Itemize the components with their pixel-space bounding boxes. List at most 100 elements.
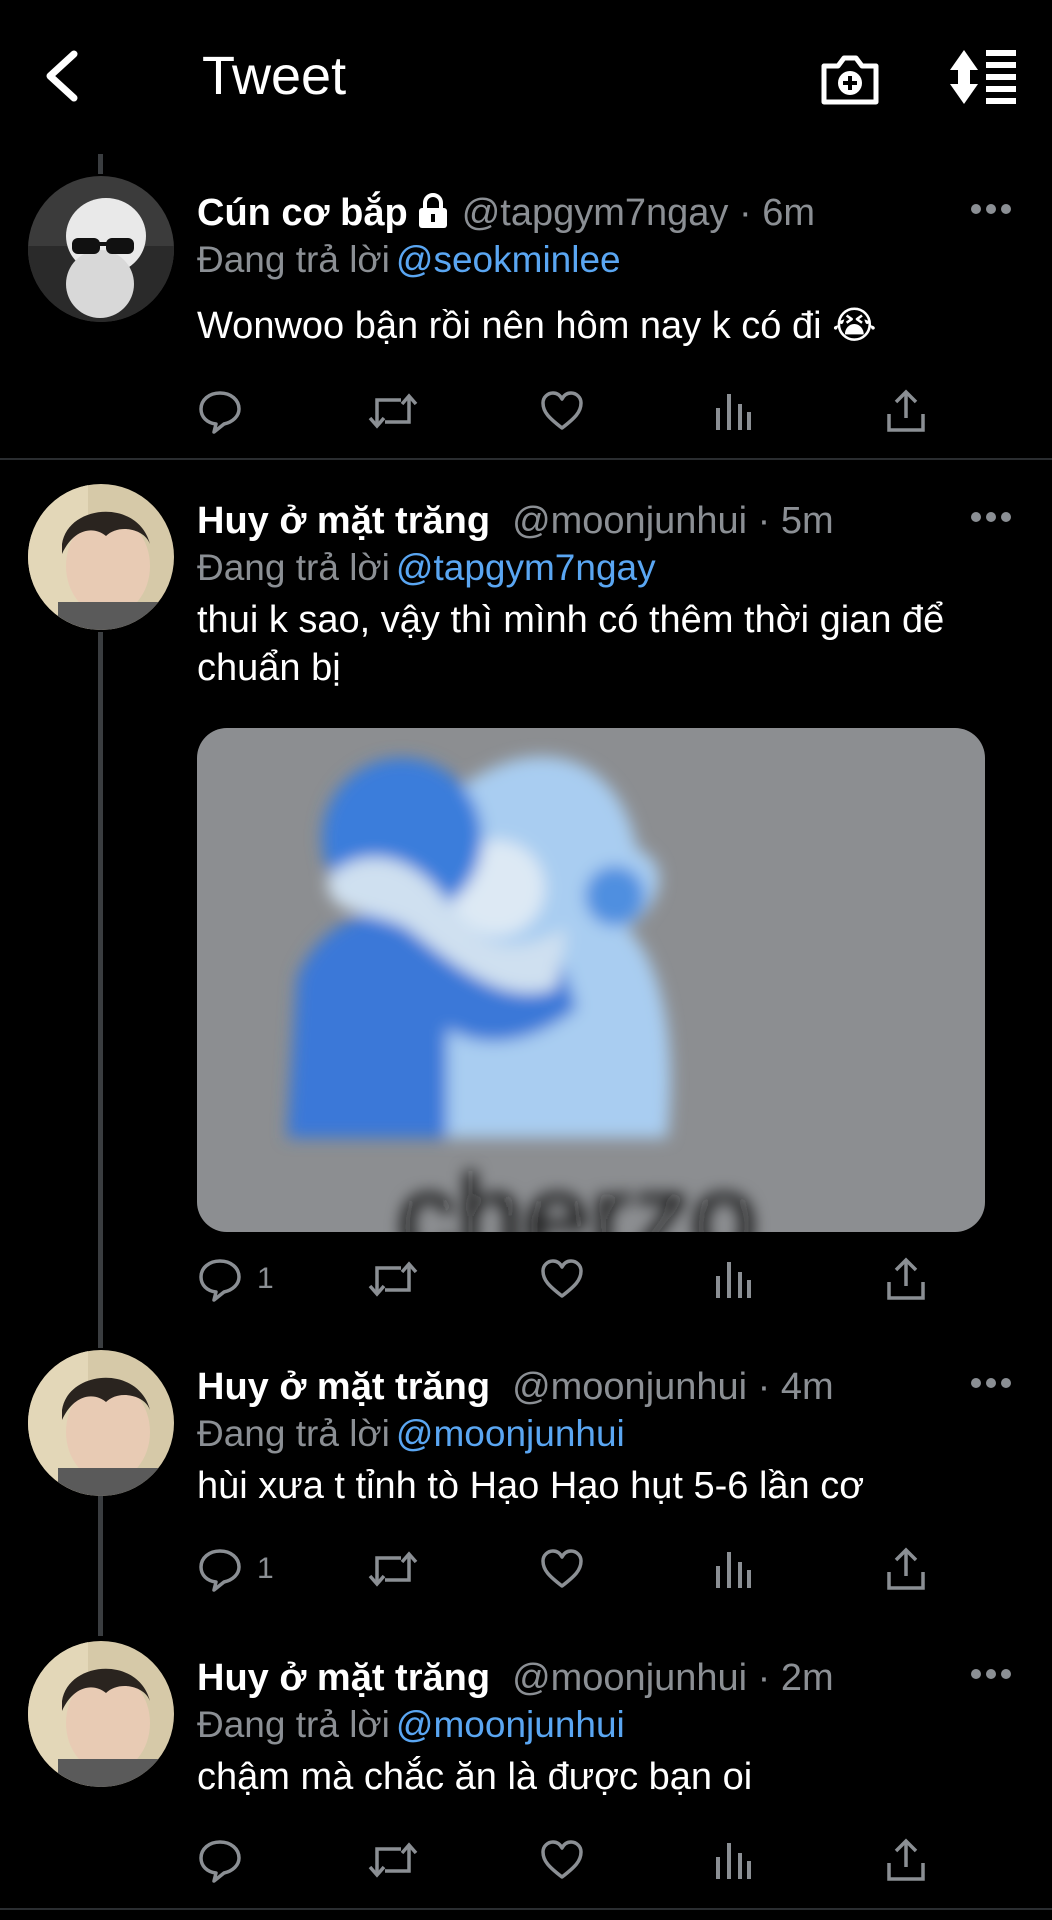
display-name[interactable]: Cún cơ bắp <box>197 192 408 234</box>
reply-button[interactable] <box>197 1835 257 1885</box>
author-line: Huy ở mặt trăng @moonjunhui · 5m <box>197 498 834 544</box>
share-button[interactable] <box>885 1254 927 1304</box>
tweet-text: Wonwoo bận rồi nên hôm nay k có đi 😭 <box>197 305 877 347</box>
reply-label: Đang trả lời <box>197 1704 390 1745</box>
bar-chart-icon <box>716 394 751 430</box>
author-line: Huy ở mặt trăng @moonjunhui · 2m <box>197 1655 834 1701</box>
like-button[interactable] <box>539 386 585 436</box>
more-options-button[interactable] <box>970 1376 1012 1390</box>
like-button[interactable] <box>539 1254 585 1304</box>
heart-icon <box>541 391 583 430</box>
handle-timestamp: @moonjunhui · 5m <box>512 500 834 542</box>
views-button[interactable] <box>713 386 753 436</box>
retweet-icon <box>368 1261 418 1297</box>
reply-context: Đang trả lời @seokminlee <box>197 238 621 282</box>
share-button[interactable] <box>885 386 927 436</box>
media-caption-text: cherzo <box>397 1150 757 1232</box>
views-button[interactable] <box>713 1254 753 1304</box>
more-options-button[interactable] <box>970 202 1012 216</box>
more-dots-icon <box>971 1378 1011 1388</box>
like-button[interactable] <box>539 1544 585 1594</box>
views-button[interactable] <box>713 1835 753 1885</box>
tweet-1[interactable]: Cún cơ bắp @tapgym7ngay · 6m Đang trả lời… <box>0 176 1052 458</box>
tweet-actions: 1 <box>197 1544 957 1594</box>
mention-link[interactable]: @moonjunhui <box>396 1704 625 1745</box>
mention-link[interactable]: @seokminlee <box>396 239 621 280</box>
tweet-actions <box>197 386 957 436</box>
reply-count: 1 <box>257 1552 274 1585</box>
tweet-actions <box>197 1835 957 1885</box>
tweet-media-image[interactable]: cherzo <box>197 728 985 1232</box>
reply-label: Đang trả lời <box>197 1413 390 1454</box>
tweet-text: chậm mà chắc ăn là được bạn oi <box>197 1756 753 1798</box>
share-button[interactable] <box>885 1835 927 1885</box>
retweet-icon <box>368 393 418 429</box>
lock-icon <box>416 193 450 240</box>
avatar[interactable] <box>28 1641 174 1787</box>
tweet-actions: 1 <box>197 1254 957 1304</box>
retweet-button[interactable] <box>367 1254 419 1304</box>
reply-label: Đang trả lời <box>197 547 390 588</box>
sort-button[interactable] <box>946 46 1018 108</box>
top-bar: Tweet <box>0 0 1052 150</box>
bar-chart-icon <box>716 1843 751 1879</box>
divider <box>0 1908 1052 1910</box>
reply-context: Đang trả lời @tapgym7ngay <box>197 546 656 590</box>
reply-bubble-icon <box>199 1549 241 1592</box>
reply-bubble-icon <box>199 1259 241 1302</box>
mention-link[interactable]: @moonjunhui <box>396 1413 625 1454</box>
bar-chart-icon <box>716 1262 751 1298</box>
handle-timestamp: @moonjunhui · 2m <box>512 1657 834 1699</box>
more-options-button[interactable] <box>970 510 1012 524</box>
tweet-text: hùi xưa t tỉnh tò Hạo Hạo hụt 5-6 lần cơ <box>197 1465 865 1507</box>
retweet-button[interactable] <box>367 386 419 436</box>
page-title: Tweet <box>202 46 347 106</box>
share-upload-icon <box>887 1547 925 1590</box>
display-name[interactable]: Huy ở mặt trăng <box>197 1657 490 1699</box>
camera-add-icon <box>821 55 879 105</box>
views-button[interactable] <box>713 1544 753 1594</box>
bar-chart-icon <box>716 1552 751 1588</box>
retweet-button[interactable] <box>367 1544 419 1594</box>
reply-button[interactable] <box>197 386 257 436</box>
thread-line <box>98 154 103 174</box>
reply-bubble-icon <box>199 391 241 434</box>
retweet-icon <box>368 1842 418 1878</box>
reply-context: Đang trả lời @moonjunhui <box>197 1703 625 1747</box>
reply-label: Đang trả lời <box>197 239 390 280</box>
display-name[interactable]: Huy ở mặt trăng <box>197 1366 490 1408</box>
author-line: Huy ở mặt trăng @moonjunhui · 4m <box>197 1364 834 1410</box>
heart-icon <box>541 1840 583 1879</box>
like-button[interactable] <box>539 1835 585 1885</box>
share-upload-icon <box>887 389 925 432</box>
reply-button[interactable]: 1 <box>197 1544 274 1594</box>
camera-button[interactable] <box>818 46 882 110</box>
more-options-button[interactable] <box>970 1667 1012 1681</box>
share-upload-icon <box>887 1257 925 1300</box>
author-line: Cún cơ bắp @tapgym7ngay · 6m <box>197 190 815 240</box>
more-dots-icon <box>971 1669 1011 1679</box>
retweet-button[interactable] <box>367 1835 419 1885</box>
back-button[interactable] <box>38 44 94 108</box>
tweet-4[interactable]: Huy ở mặt trăng @moonjunhui · 2m Đang trả… <box>0 1641 1052 1883</box>
handle-timestamp: @moonjunhui · 4m <box>512 1366 834 1408</box>
reply-button[interactable]: 1 <box>197 1254 274 1304</box>
heart-icon <box>541 1549 583 1588</box>
reply-bubble-icon <box>199 1840 241 1883</box>
mention-link[interactable]: @tapgym7ngay <box>396 547 656 588</box>
heart-icon <box>541 1259 583 1298</box>
tweet-text: thui k sao, vậy thì mình có thêm thời gi… <box>197 599 945 689</box>
retweet-icon <box>368 1551 418 1587</box>
tweet-3[interactable]: Huy ở mặt trăng @moonjunhui · 4m Đang trả… <box>0 1350 1052 1592</box>
display-name[interactable]: Huy ở mặt trăng <box>197 500 490 542</box>
handle-timestamp: @tapgym7ngay · 6m <box>461 192 815 234</box>
avatar[interactable] <box>28 484 174 630</box>
divider <box>0 458 1052 460</box>
chevron-left-icon <box>46 50 78 102</box>
avatar[interactable] <box>28 176 174 322</box>
share-button[interactable] <box>885 1544 927 1594</box>
more-dots-icon <box>971 512 1011 522</box>
avatar[interactable] <box>28 1350 174 1496</box>
share-upload-icon <box>887 1838 925 1881</box>
sort-list-icon <box>950 50 1016 104</box>
